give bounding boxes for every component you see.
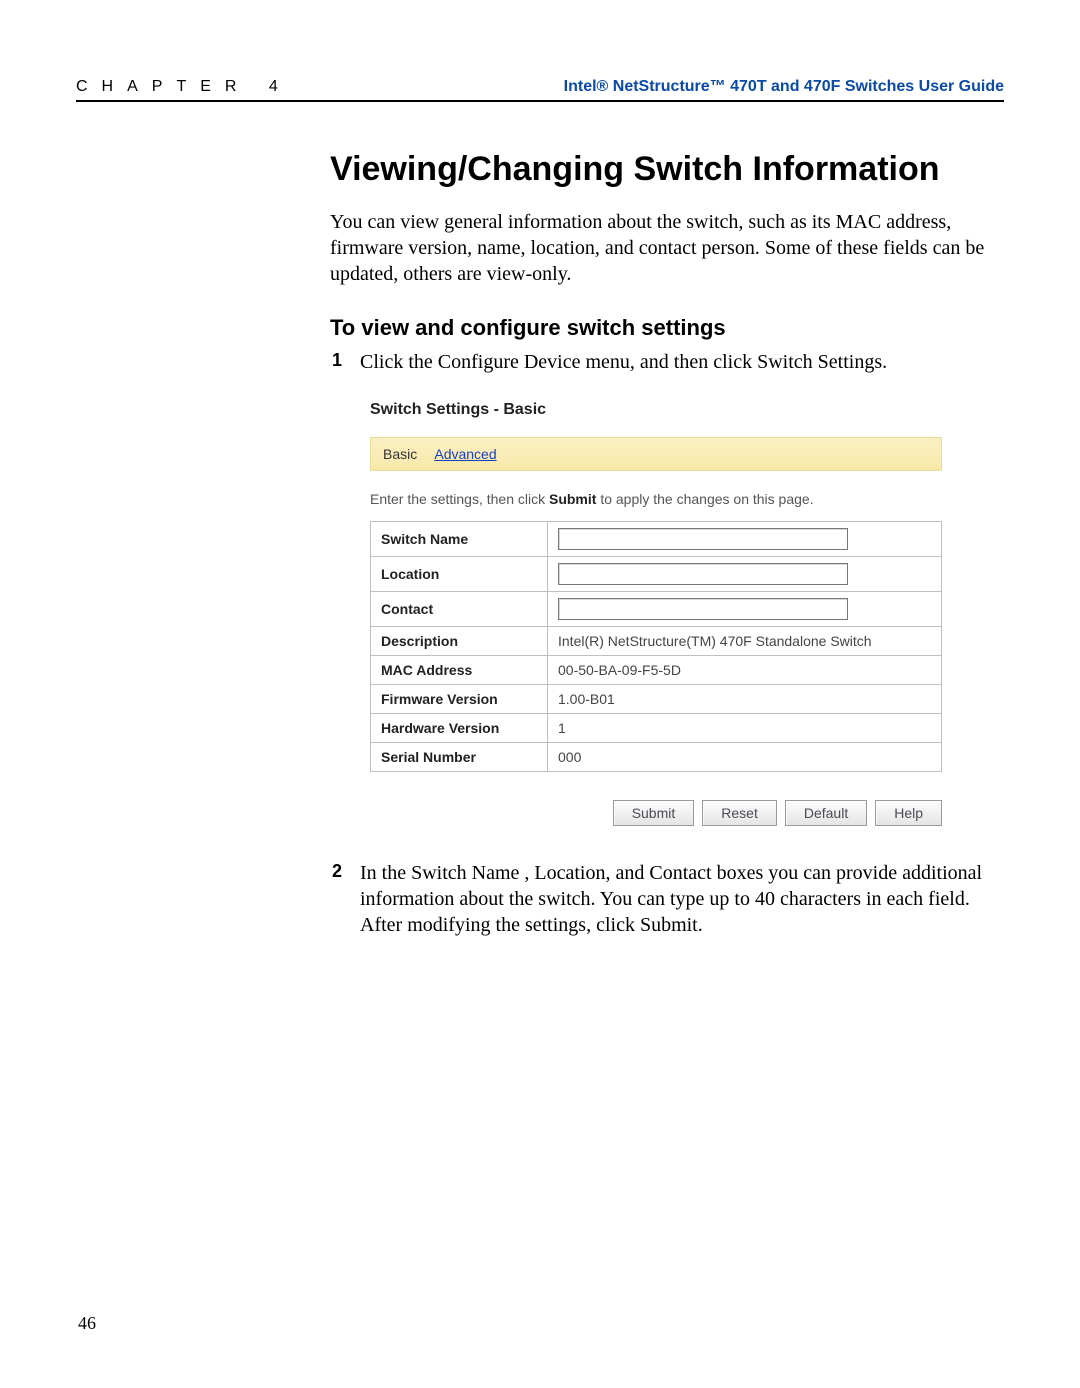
value-hardware-version: 1 [548, 714, 942, 743]
reset-button[interactable]: Reset [702, 800, 777, 826]
default-button[interactable]: Default [785, 800, 867, 826]
page-number: 46 [78, 1313, 96, 1334]
tab-bar: Basic Advanced [370, 437, 942, 471]
input-contact[interactable] [558, 598, 848, 620]
value-firmware-version: 1.00-B01 [548, 685, 942, 714]
chapter-label: CHAPTER 4 [76, 78, 292, 96]
intro-paragraph: You can view general information about t… [330, 209, 1002, 287]
tab-advanced[interactable]: Advanced [434, 446, 496, 462]
settings-table: Switch Name Location Contact Description… [370, 521, 942, 772]
section-heading: To view and configure switch settings [330, 315, 1002, 341]
label-firmware-version: Firmware Version [371, 685, 548, 714]
figure-note-post: to apply the changes on this page. [596, 491, 813, 507]
label-hardware-version: Hardware Version [371, 714, 548, 743]
label-switch-name: Switch Name [371, 522, 548, 557]
input-switch-name[interactable] [558, 528, 848, 550]
value-serial-number: 000 [548, 743, 942, 772]
page-title: Viewing/Changing Switch Information [330, 150, 1002, 189]
label-serial-number: Serial Number [371, 743, 548, 772]
step-2: In the Switch Name , Location, and Conta… [330, 860, 1002, 938]
running-header: CHAPTER 4 Intel® NetStructure™ 470T and … [76, 78, 1004, 102]
label-contact: Contact [371, 592, 548, 627]
figure-title: Switch Settings - Basic [370, 401, 942, 419]
value-description: Intel(R) NetStructure(TM) 470F Standalon… [548, 627, 942, 656]
label-description: Description [371, 627, 548, 656]
guide-title: Intel® NetStructure™ 470T and 470F Switc… [564, 78, 1004, 96]
step-1: Click the Configure Device menu, and the… [330, 349, 1002, 375]
switch-settings-screenshot: Switch Settings - Basic Basic Advanced E… [370, 401, 942, 826]
help-button[interactable]: Help [875, 800, 942, 826]
tab-basic[interactable]: Basic [383, 446, 417, 462]
figure-note-bold: Submit [549, 491, 596, 507]
submit-button[interactable]: Submit [613, 800, 695, 826]
figure-note-pre: Enter the settings, then click [370, 491, 549, 507]
figure-note: Enter the settings, then click Submit to… [370, 491, 942, 507]
button-row: Submit Reset Default Help [370, 800, 942, 826]
input-location[interactable] [558, 563, 848, 585]
label-location: Location [371, 557, 548, 592]
label-mac-address: MAC Address [371, 656, 548, 685]
value-mac-address: 00-50-BA-09-F5-5D [548, 656, 942, 685]
